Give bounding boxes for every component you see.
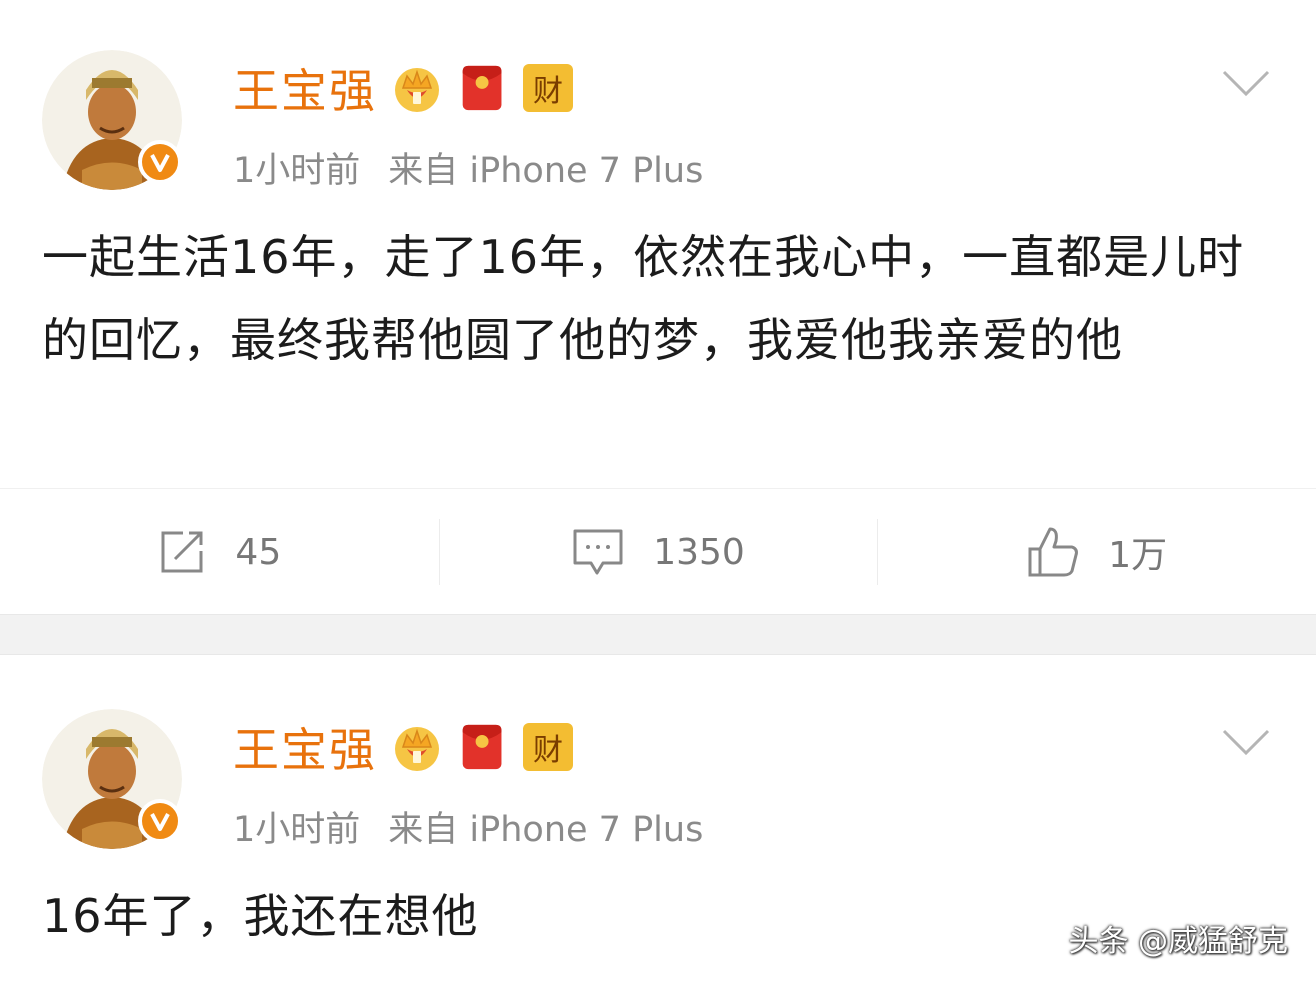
post-source: 来自 iPhone 7 Plus <box>388 151 704 191</box>
wealth-badge: 财 <box>523 64 573 112</box>
watermark: 头条 @威猛舒克 <box>1068 924 1288 959</box>
thumbs-up-icon <box>1028 527 1079 577</box>
verified-badge-icon <box>138 140 182 184</box>
post-content: 一起生活16年，走了16年，依然在我心中，一直都是儿时的回忆，最终我帮他圆了他的… <box>42 230 1245 367</box>
action-bar: 45 1350 1万 <box>0 488 1316 615</box>
chevron-down-icon[interactable] <box>1220 725 1272 759</box>
repost-icon <box>161 531 203 573</box>
user-name[interactable]: 王宝强 <box>233 55 377 121</box>
verified-badge-icon <box>138 799 182 843</box>
red-envelope-icon <box>457 721 509 773</box>
wealth-badge: 财 <box>523 723 573 771</box>
comment-button[interactable]: 1350 <box>438 489 878 615</box>
post-separator <box>0 614 1316 655</box>
post-meta: 1小时前 来自 iPhone 7 Plus <box>233 801 703 852</box>
like-count: 1万 <box>1108 535 1168 576</box>
comment-icon <box>573 529 623 575</box>
red-envelope-icon <box>457 62 509 114</box>
weibo-post: 王宝强 财 1小时前 来自 iPhone 7 Plus 16年了，我还在想他 头条… <box>0 655 1316 986</box>
post-meta: 1小时前 来自 iPhone 7 Plus <box>233 142 703 193</box>
like-button[interactable]: 1万 <box>877 489 1316 615</box>
weibo-post: 王宝强 财 1小时前 来自 iPhone 7 Plus 一起生活16年，走了16年… <box>0 0 1316 614</box>
repost-button[interactable]: 45 <box>0 489 439 615</box>
comment-count: 1350 <box>653 531 745 573</box>
user-name[interactable]: 王宝强 <box>233 714 377 780</box>
avatar[interactable] <box>42 709 182 849</box>
post-time: 1小时前 <box>233 151 361 191</box>
user-name-row: 王宝强 财 <box>233 717 573 777</box>
post-time: 1小时前 <box>233 810 361 850</box>
user-name-row: 王宝强 财 <box>233 58 573 118</box>
repost-count: 45 <box>235 531 282 573</box>
crown-badge-icon <box>391 721 443 773</box>
crown-badge-icon <box>391 62 443 114</box>
post-source: 来自 iPhone 7 Plus <box>388 810 704 850</box>
chevron-down-icon[interactable] <box>1220 66 1272 100</box>
avatar[interactable] <box>42 50 182 190</box>
